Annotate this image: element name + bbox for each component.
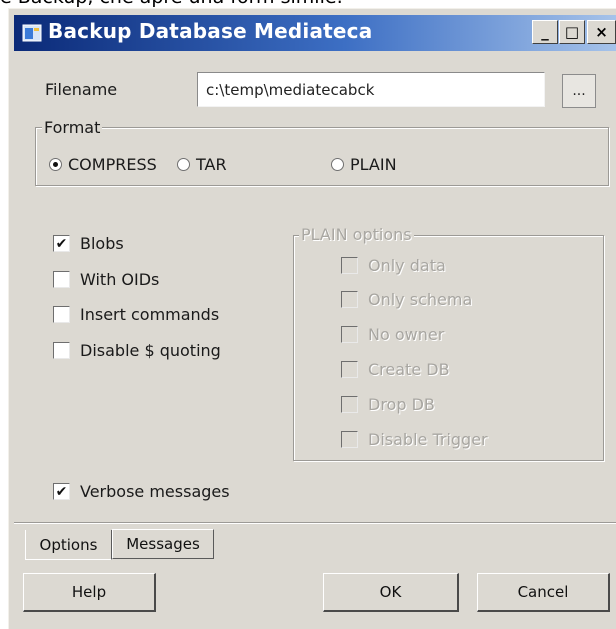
- plain-options-group: [293, 235, 604, 461]
- maximize-button[interactable]: □: [559, 20, 585, 44]
- filename-label: Filename: [45, 80, 118, 99]
- checkbox-with-oids[interactable]: With OIDs: [53, 270, 159, 289]
- radio-compress[interactable]: COMPRESS: [49, 155, 157, 174]
- tab-messages[interactable]: Messages: [112, 529, 214, 559]
- radio-tar-label: TAR: [196, 155, 227, 174]
- drop-db-label: Drop DB: [368, 395, 435, 414]
- only-schema-checkbox: [341, 291, 358, 308]
- insert-commands-checkbox[interactable]: [53, 306, 70, 323]
- cancel-button[interactable]: Cancel: [477, 573, 610, 612]
- insert-commands-label: Insert commands: [80, 305, 220, 324]
- checkbox-only-schema: Only schema: [341, 290, 472, 309]
- checkbox-blobs[interactable]: ✔ Blobs: [53, 234, 124, 253]
- window-icon: [22, 24, 42, 42]
- with-oids-checkbox[interactable]: [53, 271, 70, 288]
- help-button[interactable]: Help: [23, 573, 156, 612]
- disable-quoting-label: Disable $ quoting: [80, 341, 221, 360]
- format-legend: Format: [42, 118, 103, 137]
- radio-tar[interactable]: TAR: [177, 155, 227, 174]
- blobs-checkbox[interactable]: ✔: [53, 235, 70, 252]
- radio-compress-indicator[interactable]: [49, 158, 62, 171]
- with-oids-label: With OIDs: [80, 270, 160, 289]
- page-caption: e Backup, che apre una form simile:: [0, 0, 343, 8]
- window-title: Backup Database Mediateca: [48, 19, 373, 43]
- browse-button[interactable]: ...: [562, 74, 596, 108]
- verbose-label: Verbose messages: [80, 482, 230, 501]
- radio-plain-indicator[interactable]: [331, 158, 344, 171]
- no-owner-label: No owner: [368, 325, 445, 344]
- only-data-label: Only data: [368, 256, 446, 275]
- close-icon: ×: [595, 23, 608, 41]
- only-data-checkbox: [341, 257, 358, 274]
- checkbox-insert-commands[interactable]: Insert commands: [53, 305, 219, 324]
- radio-tar-indicator[interactable]: [177, 158, 190, 171]
- disable-quoting-checkbox[interactable]: [53, 342, 70, 359]
- create-db-checkbox: [341, 361, 358, 378]
- disable-trigger-checkbox: [341, 431, 358, 448]
- no-owner-checkbox: [341, 326, 358, 343]
- radio-plain-label: PLAIN: [350, 155, 397, 174]
- plain-options-legend: PLAIN options: [299, 225, 414, 244]
- radio-compress-label: COMPRESS: [68, 155, 157, 174]
- create-db-label: Create DB: [368, 360, 450, 379]
- radio-plain[interactable]: PLAIN: [331, 155, 397, 174]
- checkbox-only-data: Only data: [341, 256, 446, 275]
- only-schema-label: Only schema: [368, 290, 473, 309]
- checkbox-no-owner: No owner: [341, 325, 444, 344]
- disable-trigger-label: Disable Trigger: [368, 430, 488, 449]
- checkbox-drop-db: Drop DB: [341, 395, 435, 414]
- drop-db-checkbox: [341, 396, 358, 413]
- verbose-checkbox[interactable]: ✔: [53, 483, 70, 500]
- checkbox-create-db: Create DB: [341, 360, 450, 379]
- tab-options[interactable]: Options: [25, 530, 112, 560]
- filename-input[interactable]: [197, 72, 545, 107]
- minimize-icon: _: [541, 23, 549, 41]
- blobs-label: Blobs: [80, 234, 124, 253]
- checkbox-disable-trigger: Disable Trigger: [341, 430, 488, 449]
- tab-strip-line: [14, 522, 616, 524]
- checkbox-verbose[interactable]: ✔ Verbose messages: [53, 482, 230, 501]
- maximize-icon: □: [564, 23, 580, 41]
- minimize-button[interactable]: _: [532, 20, 558, 44]
- ok-button[interactable]: OK: [323, 573, 459, 612]
- checkbox-disable-quoting[interactable]: Disable $ quoting: [53, 341, 221, 360]
- close-button[interactable]: ×: [587, 20, 616, 44]
